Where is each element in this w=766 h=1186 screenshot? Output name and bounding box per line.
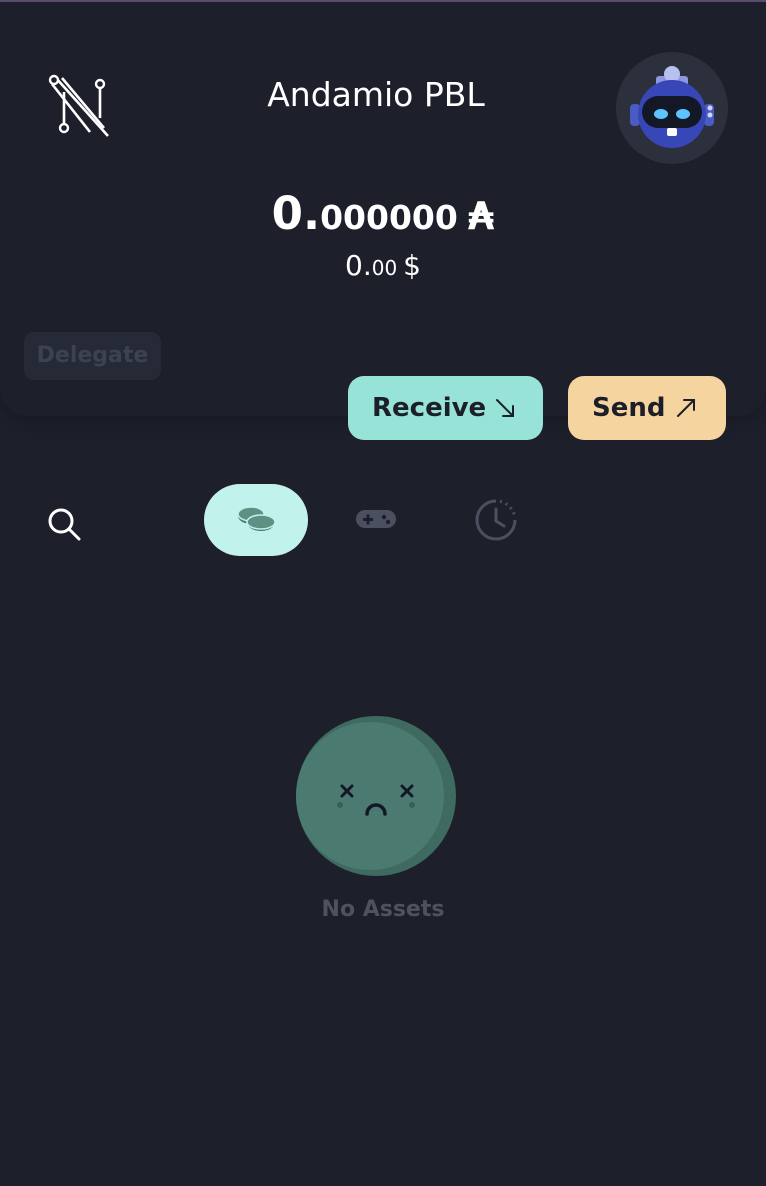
balance-decimals: 000000 bbox=[320, 198, 458, 237]
avatar[interactable] bbox=[616, 52, 728, 164]
tab-assets[interactable] bbox=[204, 484, 308, 556]
tab-history[interactable] bbox=[468, 484, 524, 556]
balance-card: Andamio PBL 0.000000 ₳ 0.00 $ Delegate Rec… bbox=[0, 2, 766, 440]
search-icon[interactable] bbox=[44, 504, 84, 544]
balance-integer: 0. bbox=[271, 187, 321, 240]
send-label: Send bbox=[592, 393, 666, 423]
tab-collectibles[interactable] bbox=[348, 484, 404, 556]
clock-icon bbox=[475, 499, 517, 541]
delegate-button[interactable]: Delegate bbox=[24, 332, 161, 380]
receive-button[interactable]: Receive bbox=[348, 376, 543, 440]
robot-avatar-icon bbox=[630, 66, 714, 148]
fiat-symbol: $ bbox=[403, 249, 421, 282]
sad-face-icon bbox=[296, 716, 456, 876]
receive-label: Receive bbox=[372, 393, 487, 423]
arrow-down-right-icon bbox=[496, 399, 514, 417]
ada-balance: 0.000000 ₳ bbox=[0, 186, 766, 252]
arrow-up-right-icon bbox=[677, 399, 695, 417]
gamepad-icon bbox=[356, 510, 396, 528]
fiat-integer: 0. bbox=[345, 249, 372, 282]
empty-state-label: No Assets bbox=[321, 897, 445, 922]
wallet-app: Andamio PBL 0.000000 ₳ 0.00 $ Delegate Rec… bbox=[0, 0, 766, 1186]
nami-logo-icon bbox=[48, 74, 109, 137]
fiat-decimals: 00 bbox=[371, 256, 398, 280]
coins-icon bbox=[237, 506, 276, 533]
fiat-balance: 0.00 $ bbox=[0, 246, 766, 290]
send-button[interactable]: Send bbox=[568, 376, 726, 440]
ada-symbol: ₳ bbox=[467, 194, 495, 238]
wallet-name: Andamio PBL bbox=[267, 75, 485, 114]
